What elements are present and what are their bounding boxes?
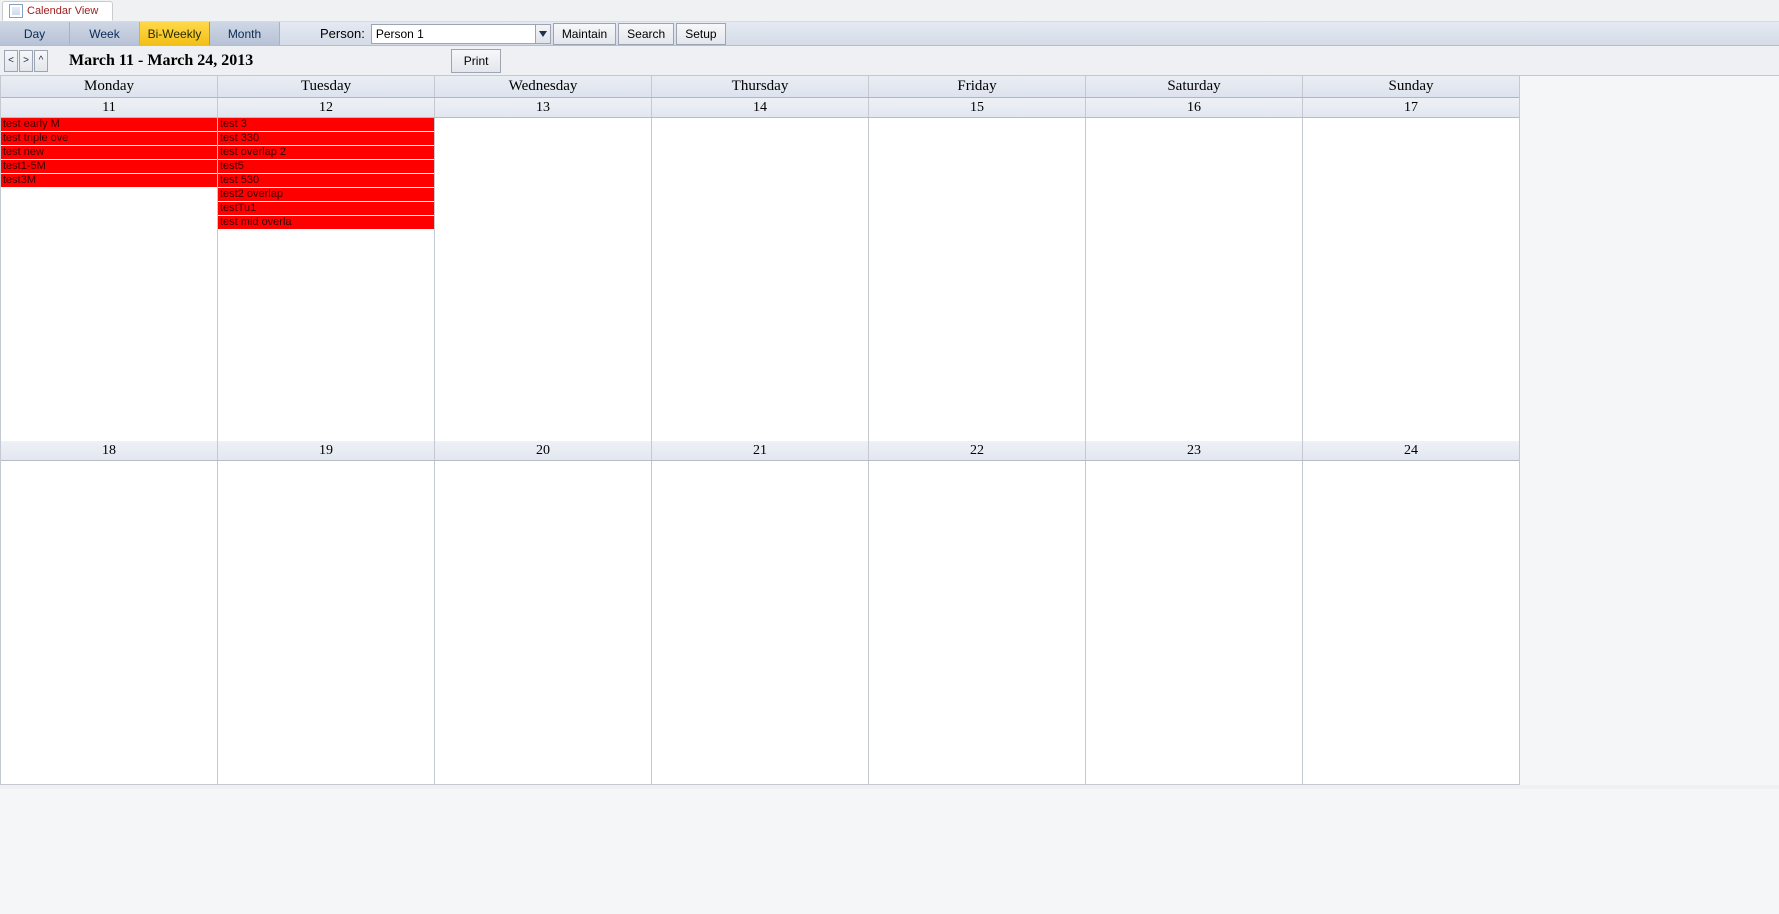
date-header: 15 bbox=[869, 98, 1086, 117]
calendar-grid: MondayTuesdayWednesdayThursdayFridaySatu… bbox=[0, 76, 1520, 785]
day-cell[interactable] bbox=[1, 461, 218, 784]
weekday-header: Tuesday bbox=[218, 76, 435, 97]
date-header: 17 bbox=[1303, 98, 1519, 117]
day-cell[interactable] bbox=[435, 118, 652, 441]
week-body-row bbox=[1, 461, 1519, 784]
weekday-header-row: MondayTuesdayWednesdayThursdayFridaySatu… bbox=[1, 76, 1519, 98]
weekday-header: Sunday bbox=[1303, 76, 1519, 97]
day-cell[interactable] bbox=[652, 461, 869, 784]
date-header: 23 bbox=[1086, 441, 1303, 460]
date-header: 16 bbox=[1086, 98, 1303, 117]
calendar-event[interactable]: test 3 bbox=[218, 118, 434, 132]
date-header-row: 11121314151617 bbox=[1, 98, 1519, 118]
maintain-button[interactable]: Maintain bbox=[553, 23, 616, 45]
document-tab-label: Calendar View bbox=[27, 5, 98, 17]
date-header: 21 bbox=[652, 441, 869, 460]
day-cell[interactable] bbox=[435, 461, 652, 784]
day-cell[interactable] bbox=[869, 461, 1086, 784]
view-tab-month[interactable]: Month bbox=[210, 22, 280, 45]
day-cell[interactable] bbox=[869, 118, 1086, 441]
navigation-bar: < > ^ March 11 - March 24, 2013 Print bbox=[0, 46, 1779, 76]
prev-button[interactable]: < bbox=[4, 50, 18, 72]
date-header: 11 bbox=[1, 98, 218, 117]
day-cell[interactable] bbox=[218, 461, 435, 784]
calendar-event[interactable]: test 530 bbox=[218, 174, 434, 188]
person-label: Person: bbox=[310, 22, 371, 45]
day-cell[interactable] bbox=[1086, 461, 1303, 784]
calendar-event[interactable]: test overlap 2 bbox=[218, 146, 434, 160]
form-icon bbox=[9, 4, 23, 18]
print-button[interactable]: Print bbox=[451, 49, 502, 73]
view-tab-biweekly[interactable]: Bi-Weekly bbox=[140, 22, 210, 45]
date-range-label: March 11 - March 24, 2013 bbox=[69, 52, 253, 70]
day-cell[interactable] bbox=[1086, 118, 1303, 441]
calendar-event[interactable]: test1-5M bbox=[1, 160, 217, 174]
calendar-event[interactable]: test5 bbox=[218, 160, 434, 174]
calendar-event[interactable]: testTu1 bbox=[218, 202, 434, 216]
date-header: 12 bbox=[218, 98, 435, 117]
weekday-header: Wednesday bbox=[435, 76, 652, 97]
up-button[interactable]: ^ bbox=[34, 50, 48, 72]
view-toolbar: DayWeekBi-WeeklyMonth Person: Maintain S… bbox=[0, 22, 1779, 46]
weekday-header: Monday bbox=[1, 76, 218, 97]
calendar-event[interactable]: test early M bbox=[1, 118, 217, 132]
weekday-header: Thursday bbox=[652, 76, 869, 97]
calendar-event[interactable]: test triple ove bbox=[1, 132, 217, 146]
day-cell[interactable] bbox=[1303, 461, 1519, 784]
calendar-event[interactable]: test3M bbox=[1, 174, 217, 188]
date-header: 20 bbox=[435, 441, 652, 460]
view-tabs: DayWeekBi-WeeklyMonth bbox=[0, 22, 280, 45]
dropdown-button[interactable] bbox=[535, 25, 550, 43]
date-header: 24 bbox=[1303, 441, 1519, 460]
date-header: 19 bbox=[218, 441, 435, 460]
chevron-down-icon bbox=[539, 31, 547, 37]
calendar-event[interactable]: test mid overla bbox=[218, 216, 434, 230]
day-cell[interactable] bbox=[652, 118, 869, 441]
person-input[interactable] bbox=[372, 25, 535, 43]
weekday-header: Friday bbox=[869, 76, 1086, 97]
date-header-row: 18192021222324 bbox=[1, 441, 1519, 461]
day-cell[interactable]: test 3test 330test overlap 2test5test 53… bbox=[218, 118, 435, 441]
date-header: 22 bbox=[869, 441, 1086, 460]
view-tab-week[interactable]: Week bbox=[70, 22, 140, 45]
setup-button[interactable]: Setup bbox=[676, 23, 725, 45]
next-button[interactable]: > bbox=[19, 50, 33, 72]
date-header: 13 bbox=[435, 98, 652, 117]
date-header: 14 bbox=[652, 98, 869, 117]
search-button[interactable]: Search bbox=[618, 23, 674, 45]
weekday-header: Saturday bbox=[1086, 76, 1303, 97]
document-tab-calendar-view[interactable]: Calendar View bbox=[2, 1, 113, 21]
day-cell[interactable] bbox=[1303, 118, 1519, 441]
view-tab-day[interactable]: Day bbox=[0, 22, 70, 45]
calendar-event[interactable]: test 330 bbox=[218, 132, 434, 146]
person-combobox[interactable] bbox=[371, 24, 551, 44]
calendar-event[interactable]: test2 overlap bbox=[218, 188, 434, 202]
date-header: 18 bbox=[1, 441, 218, 460]
document-tab-strip: Calendar View bbox=[0, 0, 1779, 22]
calendar-event[interactable]: test new bbox=[1, 146, 217, 160]
day-cell[interactable]: test early Mtest triple ovetest newtest1… bbox=[1, 118, 218, 441]
week-body-row: test early Mtest triple ovetest newtest1… bbox=[1, 118, 1519, 441]
